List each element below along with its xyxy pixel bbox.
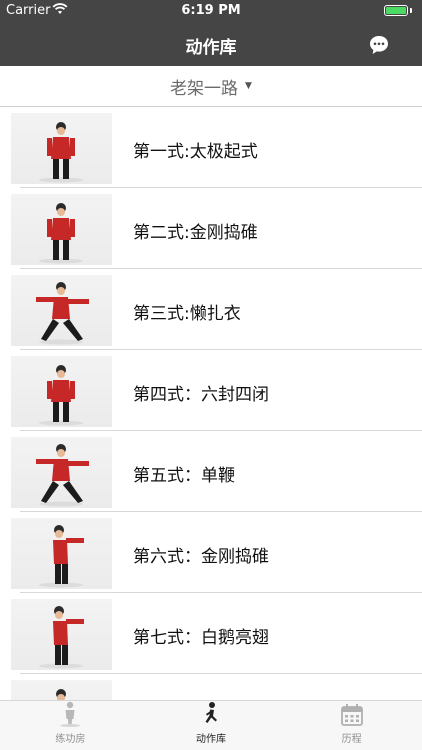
move-label: 第七式：白鹅亮翅 xyxy=(133,628,269,648)
move-label: 第五式：单鞭 xyxy=(133,466,235,486)
dropdown-caret-icon: ▼ xyxy=(245,81,252,91)
move-thumbnail xyxy=(11,275,112,346)
clock: 6:19 PM xyxy=(181,3,241,18)
move-thumbnail xyxy=(11,518,112,589)
move-list: 第一式:太极起式 第二式:金刚捣碓 第三式:懒扎衣第四式：六封四闭 第五式：单鞭第六式… xyxy=(0,107,422,700)
list-item[interactable]: 第七式：白鹅亮翅 xyxy=(0,593,422,674)
tab-bar: 练功房 动作库 历程 xyxy=(0,700,422,750)
list-item[interactable]: 第一式:太极起式 xyxy=(0,107,422,188)
list-item[interactable]: 第六式：金刚捣碓 xyxy=(0,512,422,593)
list-item[interactable] xyxy=(0,674,422,700)
tab-practice-room-label: 练功房 xyxy=(55,734,86,745)
status-bar: Carrier 6:19 PM xyxy=(0,0,422,22)
move-label: 第六式：金刚捣碓 xyxy=(133,547,269,567)
move-label: 第一式:太极起式 xyxy=(133,142,258,162)
routine-selector-label: 老架一路 xyxy=(170,78,239,99)
move-thumbnail xyxy=(11,599,112,670)
battery-icon xyxy=(384,5,408,16)
tab-practice-room[interactable]: 练功房 xyxy=(0,701,141,750)
tab-history[interactable]: 历程 xyxy=(281,701,422,750)
routine-selector[interactable]: 老架一路 ▼ xyxy=(0,66,422,107)
tab-move-library[interactable]: 动作库 xyxy=(141,701,282,750)
tab-move-library-label: 动作库 xyxy=(196,734,226,745)
calendar-icon xyxy=(340,704,363,726)
move-thumbnail xyxy=(11,437,112,508)
move-thumbnail xyxy=(11,194,112,265)
move-label: 第三式:懒扎衣 xyxy=(133,304,241,324)
tab-history-label: 历程 xyxy=(341,734,362,745)
running-figure-icon xyxy=(205,702,217,723)
list-item[interactable]: 第三式:懒扎衣 xyxy=(0,269,422,350)
move-label: 第二式:金刚捣碓 xyxy=(133,223,258,243)
person-icon xyxy=(60,701,81,727)
list-item[interactable]: 第二式:金刚捣碓 xyxy=(0,188,422,269)
list-item[interactable]: 第四式：六封四闭 xyxy=(0,350,422,431)
chat-bubble-icon[interactable] xyxy=(368,34,390,56)
move-thumbnail xyxy=(11,680,112,700)
list-item[interactable]: 第五式：单鞭 xyxy=(0,431,422,512)
page-title: 动作库 xyxy=(185,38,237,58)
move-thumbnail xyxy=(11,356,112,427)
move-thumbnail xyxy=(11,113,112,184)
navigation-header: Carrier 6:19 PM 动作库 xyxy=(0,0,422,66)
move-label: 第四式：六封四闭 xyxy=(133,385,269,405)
